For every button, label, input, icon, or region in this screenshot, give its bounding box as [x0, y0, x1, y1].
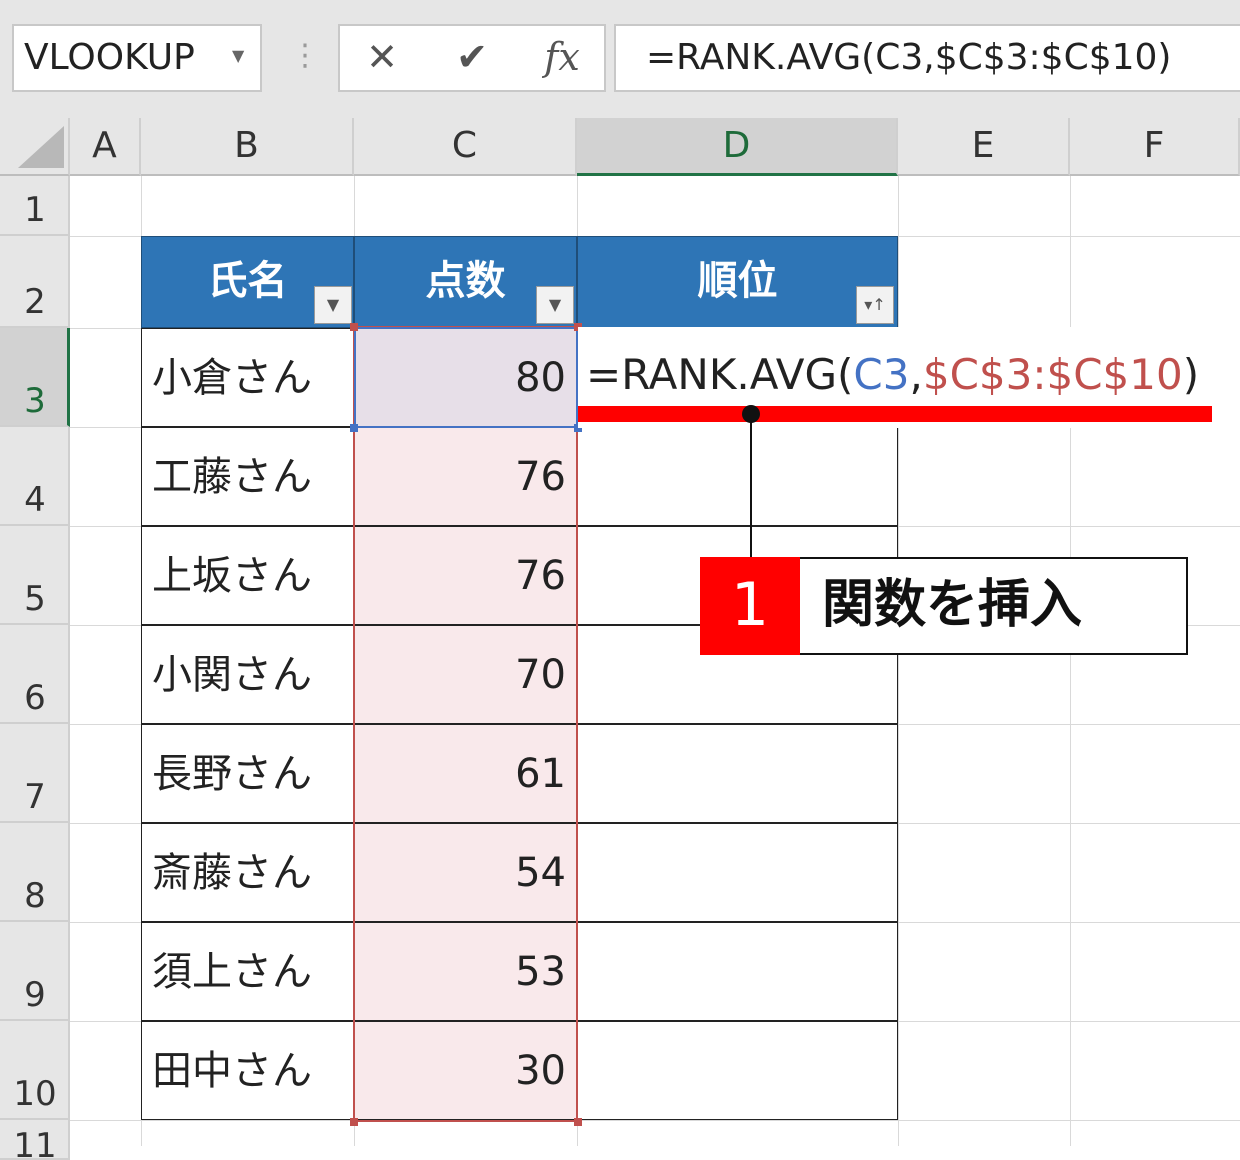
- cell-handle[interactable]: [350, 424, 358, 432]
- row-header-1[interactable]: 1: [0, 176, 70, 236]
- cell-score[interactable]: 53: [354, 922, 577, 1021]
- row-number: 6: [24, 678, 46, 718]
- row-header-7[interactable]: 7: [0, 724, 70, 823]
- row-header-11[interactable]: 11: [0, 1120, 70, 1160]
- name-box-value: VLOOKUP: [24, 37, 195, 78]
- formula-prefix: =RANK.AVG(: [586, 350, 854, 399]
- table-header-rank[interactable]: 順位: [577, 236, 898, 328]
- formula-suffix: ): [1182, 350, 1200, 399]
- callout-step-number: 1: [700, 557, 800, 655]
- cell-rank[interactable]: [577, 427, 898, 526]
- cell-name[interactable]: 工藤さん: [141, 427, 354, 526]
- column-header-c[interactable]: C: [354, 118, 577, 176]
- insert-function-button[interactable]: fx: [522, 24, 602, 92]
- name-box[interactable]: VLOOKUP: [12, 24, 262, 92]
- cell-score[interactable]: 76: [354, 526, 577, 625]
- range-handle[interactable]: [350, 323, 358, 331]
- row-number: 8: [24, 876, 46, 916]
- cell-rank[interactable]: [577, 724, 898, 823]
- range-handle[interactable]: [350, 1118, 358, 1126]
- sort-ascending-filter-icon[interactable]: ▾↑: [856, 286, 894, 324]
- column-header-b[interactable]: B: [141, 118, 354, 176]
- row-header-4[interactable]: 4: [0, 427, 70, 526]
- row-header-2[interactable]: 2: [0, 236, 70, 328]
- callout-label: 関数を挿入: [822, 575, 1083, 635]
- cell-name[interactable]: 須上さん: [141, 922, 354, 1021]
- chevron-down-icon[interactable]: ▼: [232, 46, 244, 65]
- header-label: 点数: [425, 258, 506, 304]
- grip-dots-icon[interactable]: ⋮: [290, 36, 320, 76]
- cell-name[interactable]: 田中さん: [141, 1021, 354, 1120]
- row-number: 11: [13, 1126, 57, 1160]
- cell-score[interactable]: 76: [354, 427, 577, 526]
- cell-score[interactable]: 30: [354, 1021, 577, 1120]
- enter-check-icon[interactable]: ✔: [432, 24, 512, 92]
- header-label: 氏名: [207, 258, 288, 304]
- row-header-8[interactable]: 8: [0, 823, 70, 922]
- cell-name[interactable]: 長野さん: [141, 724, 354, 823]
- row-number: 1: [24, 190, 46, 230]
- row-number: 2: [24, 282, 46, 322]
- cell-rank[interactable]: [577, 1021, 898, 1120]
- row-header-9[interactable]: 9: [0, 922, 70, 1021]
- cell-name[interactable]: 小関さん: [141, 625, 354, 724]
- range-handle[interactable]: [574, 1118, 582, 1126]
- row-number: 9: [24, 975, 46, 1015]
- row-header-10[interactable]: 10: [0, 1021, 70, 1120]
- row-header-5[interactable]: 5: [0, 526, 70, 625]
- formula-ref-range: $C$3:$C$10: [922, 350, 1183, 399]
- cell-name[interactable]: 斎藤さん: [141, 823, 354, 922]
- callout-anchor-dot: [742, 405, 760, 423]
- row-number: 4: [24, 480, 46, 520]
- cell-rank[interactable]: [577, 823, 898, 922]
- formula-comma: ,: [909, 350, 923, 399]
- column-header-a[interactable]: A: [70, 118, 141, 176]
- header-label: 順位: [697, 258, 778, 304]
- cell-score[interactable]: 70: [354, 625, 577, 724]
- cell-rank[interactable]: [577, 922, 898, 1021]
- column-header-d[interactable]: D: [577, 118, 898, 176]
- column-header-e[interactable]: E: [898, 118, 1070, 176]
- cell-score[interactable]: 80: [354, 328, 577, 427]
- gridline: [1070, 176, 1071, 1146]
- row-number: 3: [24, 381, 46, 421]
- highlight-underline: [578, 406, 1212, 422]
- row-header-3[interactable]: 3: [0, 328, 70, 427]
- gridline: [898, 176, 899, 1146]
- filter-dropdown-icon[interactable]: ▼: [314, 286, 352, 324]
- column-header-f[interactable]: F: [1070, 118, 1240, 176]
- cancel-icon[interactable]: ✕: [342, 24, 422, 92]
- formula-bar-input[interactable]: =RANK.AVG(C3,$C$3:$C$10): [614, 24, 1240, 92]
- row-number: 5: [24, 579, 46, 619]
- cell-name[interactable]: 上坂さん: [141, 526, 354, 625]
- select-all-triangle-icon: [18, 126, 64, 168]
- callout-leader-line: [750, 414, 752, 559]
- filter-dropdown-icon[interactable]: ▼: [536, 286, 574, 324]
- row-number: 7: [24, 777, 46, 817]
- row-number: 10: [13, 1074, 57, 1114]
- row-header-6[interactable]: 6: [0, 625, 70, 724]
- cell-score[interactable]: 54: [354, 823, 577, 922]
- cell-score[interactable]: 61: [354, 724, 577, 823]
- cell-name[interactable]: 小倉さん: [141, 328, 354, 427]
- formula-ref-c3: C3: [853, 350, 910, 399]
